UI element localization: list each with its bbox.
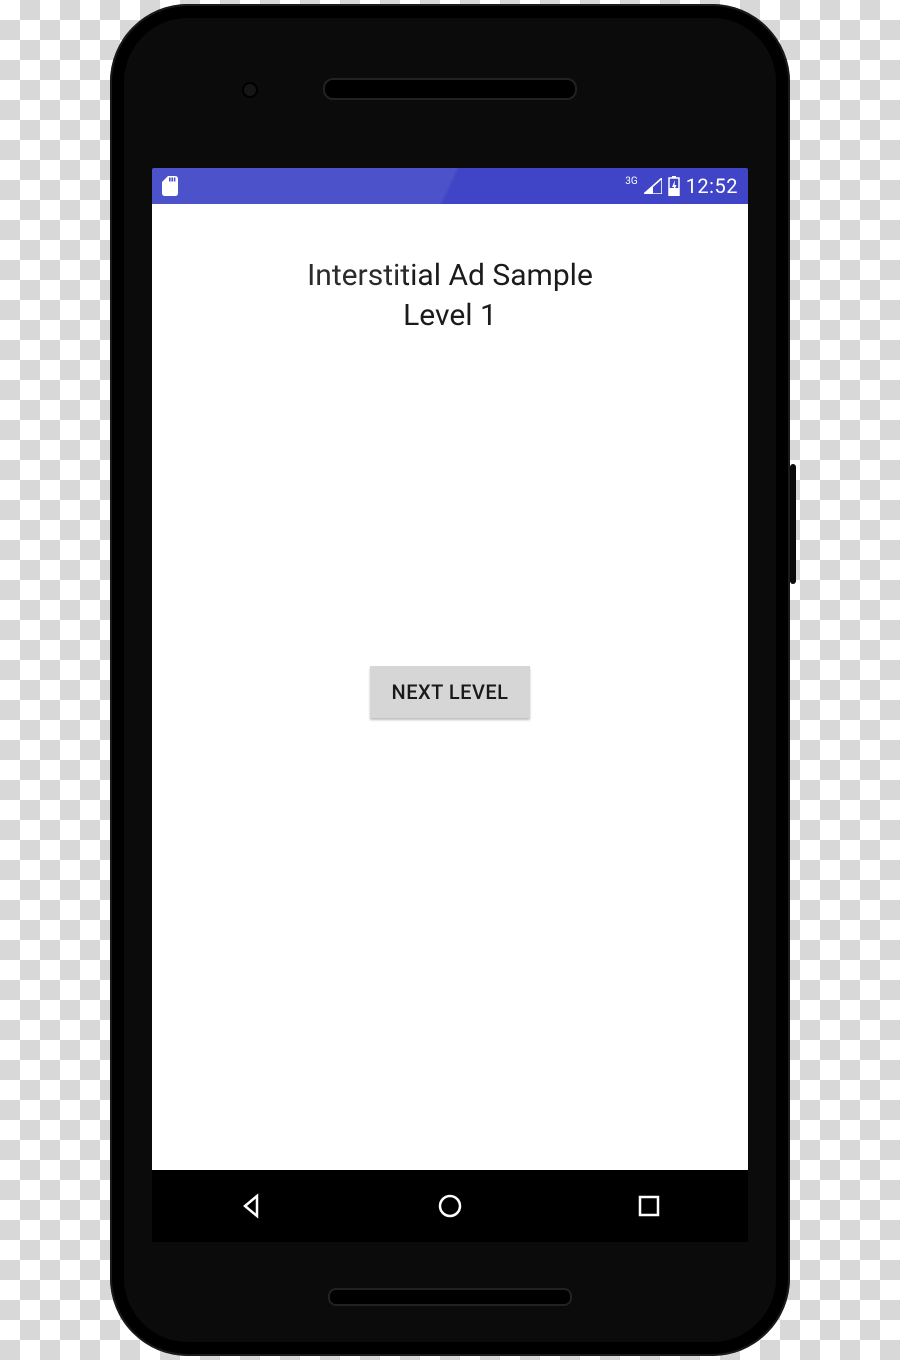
- nav-back-button[interactable]: [231, 1186, 271, 1226]
- phone-frame: 3G: [110, 4, 790, 1356]
- battery-charging-icon: [668, 176, 680, 196]
- status-bar-clock: 12:52: [686, 174, 738, 198]
- status-bar-left: [162, 176, 178, 196]
- nav-home-button[interactable]: [430, 1186, 470, 1226]
- title-block: Interstitial Ad Sample Level 1: [307, 256, 593, 336]
- sd-card-icon: [162, 176, 178, 196]
- app-content: Interstitial Ad Sample Level 1 NEXT LEVE…: [152, 204, 748, 1170]
- status-bar: 3G: [152, 168, 748, 204]
- network-type-label: 3G: [625, 177, 637, 187]
- phone-screen: 3G: [152, 168, 748, 1242]
- phone-side-button: [790, 464, 796, 584]
- signal-icon: [644, 178, 662, 194]
- checkerboard-background: 3G: [0, 0, 900, 1360]
- app-title-line1: Interstitial Ad Sample: [307, 256, 593, 296]
- earpiece-slit: [323, 78, 577, 100]
- next-level-button[interactable]: NEXT LEVEL: [370, 666, 531, 718]
- app-title-line2: Level 1: [307, 296, 593, 336]
- phone-inner-bezel: 3G: [124, 18, 776, 1342]
- status-bar-right: 3G: [625, 174, 738, 198]
- bottom-speaker-slit: [328, 1288, 572, 1306]
- android-nav-bar: [152, 1170, 748, 1242]
- front-camera: [244, 84, 256, 96]
- nav-recent-button[interactable]: [629, 1186, 669, 1226]
